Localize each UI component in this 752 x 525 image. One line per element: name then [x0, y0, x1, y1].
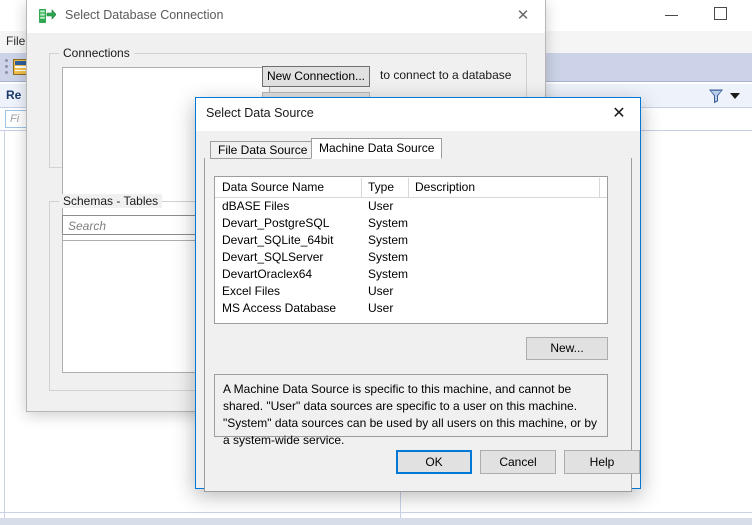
table-row[interactable]: Excel Files User	[215, 283, 607, 300]
screen: File Re Fi	[0, 0, 752, 525]
cell-name: DevartOraclex64	[222, 267, 312, 281]
new-data-source-button[interactable]: New...	[526, 337, 608, 360]
data-source-dialog-title: Select Data Source	[206, 106, 314, 120]
cell-type: System	[368, 233, 408, 247]
database-connection-icon	[39, 8, 56, 24]
connections-hint: to connect to a database	[380, 68, 511, 82]
data-source-listview[interactable]: Data Source Name Type Description dBASE …	[214, 176, 608, 324]
close-icon[interactable]: ✕	[509, 6, 537, 26]
cell-type: User	[368, 284, 393, 298]
column-divider[interactable]	[361, 178, 362, 197]
cell-type: User	[368, 301, 393, 315]
dialog-button-row: OK Cancel Help	[196, 450, 640, 474]
cancel-button[interactable]: Cancel	[480, 450, 556, 474]
cell-name: Devart_PostgreSQL	[222, 216, 329, 230]
tab-file-data-source[interactable]: File Data Source	[210, 141, 315, 159]
table-row[interactable]: dBASE Files User	[215, 198, 607, 215]
cell-name: Devart_SQLite_64bit	[222, 233, 333, 247]
minimize-icon[interactable]	[665, 8, 678, 21]
column-divider[interactable]	[599, 178, 600, 197]
column-header-name[interactable]: Data Source Name	[222, 180, 324, 194]
schemas-search-placeholder: Search	[68, 219, 106, 233]
help-button[interactable]: Help	[564, 450, 640, 474]
select-data-source-dialog: Select Data Source ✕ File Data Source Ma…	[195, 97, 641, 489]
table-row[interactable]: Devart_SQLite_64bit System	[215, 232, 607, 249]
dialog-title: Select Database Connection	[65, 8, 223, 22]
column-header-description[interactable]: Description	[415, 180, 475, 194]
dialog-titlebar[interactable]: Select Database Connection ✕	[27, 0, 545, 33]
table-row[interactable]: DevartOraclex64 System	[215, 266, 607, 283]
cell-name: Excel Files	[222, 284, 280, 298]
host-filter-placeholder: Fi	[10, 113, 19, 125]
table-row[interactable]: Devart_PostgreSQL System	[215, 215, 607, 232]
toolbar-grip[interactable]	[5, 59, 8, 75]
connections-group-label: Connections	[59, 46, 134, 60]
grid-divider	[4, 131, 5, 518]
cell-type: User	[368, 199, 393, 213]
column-header-type[interactable]: Type	[368, 180, 394, 194]
cell-type: System	[368, 216, 408, 230]
close-icon[interactable]: ✕	[604, 103, 634, 125]
chevron-down-icon[interactable]	[730, 93, 740, 99]
maximize-icon[interactable]	[714, 7, 727, 20]
ok-button[interactable]: OK	[396, 450, 472, 474]
cell-type: System	[368, 250, 408, 264]
column-divider[interactable]	[408, 178, 409, 197]
cell-name: MS Access Database	[222, 301, 336, 315]
cell-type: System	[368, 267, 408, 281]
funnel-filter-icon[interactable]	[708, 88, 724, 104]
data-source-tabstrip: File Data Source Machine Data Source	[204, 138, 632, 159]
host-panel-title: Re	[6, 88, 21, 102]
new-connection-button[interactable]: New Connection...	[262, 66, 370, 87]
table-row[interactable]: MS Access Database User	[215, 300, 607, 317]
menu-item-file[interactable]: File	[6, 34, 25, 48]
data-source-description: A Machine Data Source is specific to thi…	[214, 374, 608, 437]
listview-rows: dBASE Files User Devart_PostgreSQL Syste…	[215, 198, 607, 323]
grid-divider	[0, 512, 752, 513]
cell-name: Devart_SQLServer	[222, 250, 323, 264]
data-source-dialog-body: File Data Source Machine Data Source Dat…	[196, 131, 640, 488]
listview-header: Data Source Name Type Description	[215, 177, 607, 198]
cell-name: dBASE Files	[222, 199, 289, 213]
data-source-titlebar[interactable]: Select Data Source ✕	[196, 98, 640, 131]
host-statusbar	[0, 518, 752, 525]
schemas-group-label: Schemas - Tables	[59, 194, 162, 208]
tab-machine-data-source[interactable]: Machine Data Source	[311, 138, 442, 159]
table-row[interactable]: Devart_SQLServer System	[215, 249, 607, 266]
